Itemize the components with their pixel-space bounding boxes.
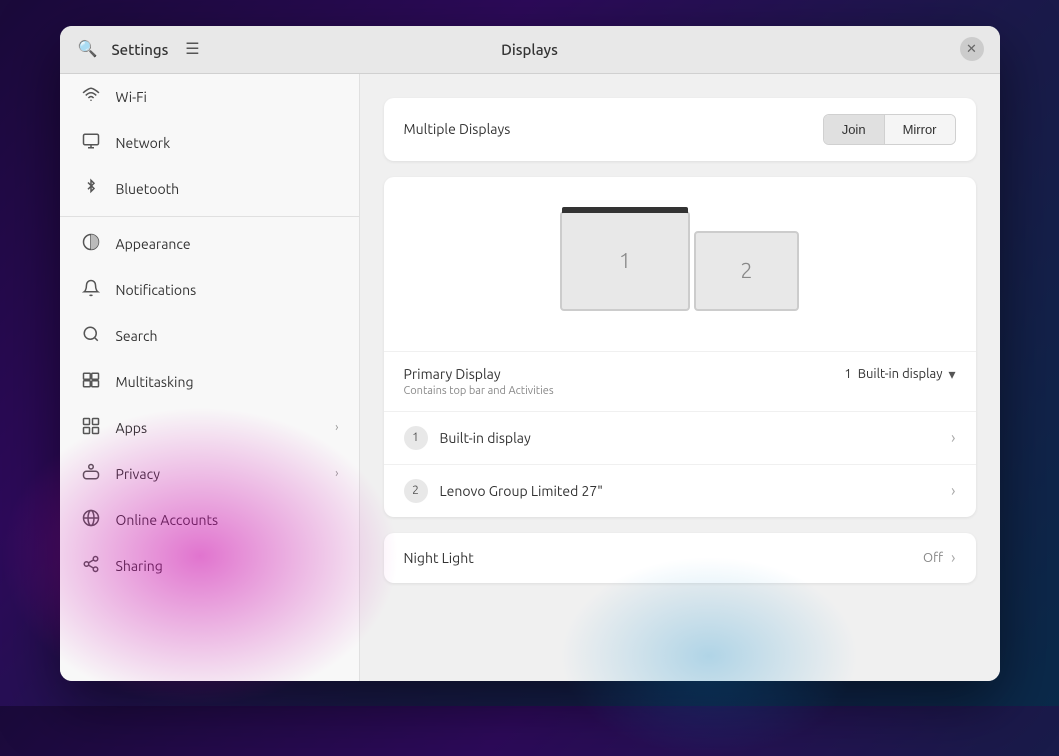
privacy-icon: [80, 463, 102, 485]
sidebar-item-search[interactable]: Search: [60, 313, 359, 359]
close-button[interactable]: ✕: [960, 37, 984, 61]
sidebar-item-sharing-label: Sharing: [116, 558, 339, 574]
multitasking-icon: [80, 371, 102, 393]
multiple-displays-label: Multiple Displays: [404, 121, 823, 137]
primary-display-select[interactable]: 1 Built-in display ▾: [844, 366, 955, 383]
notifications-icon: [80, 279, 102, 301]
primary-display-title: Primary Display: [404, 366, 845, 382]
display-2-number: 2: [740, 258, 752, 283]
display-1-name: Built-in display: [440, 430, 952, 446]
wifi-icon: [80, 86, 102, 108]
titlebar-right: ✕: [960, 37, 984, 61]
display-settings-card: 1 2 Primary Display 1 Built-in display: [384, 177, 976, 517]
sharing-icon: [80, 555, 102, 577]
sidebar-item-online-accounts[interactable]: Online Accounts: [60, 497, 359, 543]
primary-display-selected-label: Built-in display: [858, 367, 943, 381]
display-list-item-2[interactable]: 2 Lenovo Group Limited 27" ›: [384, 464, 976, 517]
primary-display-dropdown-icon: ▾: [948, 366, 955, 383]
night-light-label: Night Light: [404, 550, 924, 566]
primary-display-subtitle: Contains top bar and Activities: [404, 385, 956, 397]
panel-title: Displays: [501, 41, 558, 58]
sidebar-item-bluetooth[interactable]: Bluetooth: [60, 166, 359, 212]
display-1-badge: 1: [404, 426, 428, 450]
settings-window: 🔍 Settings ☰ Displays ✕: [60, 26, 1000, 681]
display-2-chevron-icon: ›: [951, 482, 956, 500]
sidebar-item-network-label: Network: [116, 135, 339, 151]
titlebar: 🔍 Settings ☰ Displays ✕: [60, 26, 1000, 74]
join-button[interactable]: Join: [824, 115, 885, 144]
appearance-icon: [80, 233, 102, 255]
main-content: Wi-Fi Network: [60, 74, 1000, 681]
menu-icon-button[interactable]: ☰: [180, 37, 204, 61]
primary-display-number: 1: [844, 367, 851, 381]
apps-chevron-icon: ›: [335, 421, 338, 434]
sidebar-divider-1: [60, 216, 359, 217]
apps-icon: [80, 417, 102, 439]
search-icon: [80, 325, 102, 347]
privacy-chevron-icon: ›: [335, 467, 338, 480]
bluetooth-icon: [80, 178, 102, 200]
sidebar-item-multitasking[interactable]: Multitasking: [60, 359, 359, 405]
sidebar-item-multitasking-label: Multitasking: [116, 374, 339, 390]
night-light-chevron-icon: ›: [951, 549, 956, 567]
sidebar-item-apps-label: Apps: [116, 420, 322, 436]
sidebar-item-network[interactable]: Network: [60, 120, 359, 166]
sidebar-item-notifications-label: Notifications: [116, 282, 339, 298]
sidebar-item-appearance-label: Appearance: [116, 236, 339, 252]
display-1-chevron-icon: ›: [951, 429, 956, 447]
sidebar-item-privacy[interactable]: Privacy ›: [60, 451, 359, 497]
display-1-box[interactable]: 1: [560, 211, 690, 311]
sidebar-item-wifi[interactable]: Wi-Fi: [60, 74, 359, 120]
sidebar-item-search-label: Search: [116, 328, 339, 344]
night-light-card: Night Light Off ›: [384, 533, 976, 583]
online-accounts-icon: [80, 509, 102, 531]
multiple-displays-row: Multiple Displays Join Mirror: [384, 98, 976, 161]
sidebar-item-online-accounts-label: Online Accounts: [116, 512, 339, 528]
display-preview: 1 2: [384, 177, 976, 351]
primary-display-header: Primary Display 1 Built-in display ▾: [404, 366, 956, 383]
primary-display-section: Primary Display 1 Built-in display ▾ Con…: [384, 351, 976, 411]
sidebar-item-privacy-label: Privacy: [116, 466, 322, 482]
right-panel: Multiple Displays Join Mirror 1: [360, 74, 1000, 681]
display-2-badge: 2: [404, 479, 428, 503]
sidebar-item-bluetooth-label: Bluetooth: [116, 181, 339, 197]
sidebar-item-sharing[interactable]: Sharing: [60, 543, 359, 589]
sidebar-item-wifi-label: Wi-Fi: [116, 89, 339, 105]
sidebar-title: Settings: [112, 41, 169, 58]
sidebar: Wi-Fi Network: [60, 74, 360, 681]
sidebar-item-appearance[interactable]: Appearance: [60, 221, 359, 267]
display-mode-buttons: Join Mirror: [823, 114, 956, 145]
search-icon-button[interactable]: 🔍: [76, 37, 100, 61]
display-2-box[interactable]: 2: [694, 231, 799, 311]
display-1-number: 1: [619, 248, 631, 273]
mirror-button[interactable]: Mirror: [885, 115, 955, 144]
network-icon: [80, 132, 102, 154]
sidebar-item-apps[interactable]: Apps ›: [60, 405, 359, 451]
display-canvas: 1 2: [404, 201, 956, 311]
night-light-row[interactable]: Night Light Off ›: [384, 533, 976, 583]
multiple-displays-card: Multiple Displays Join Mirror: [384, 98, 976, 161]
display-list-item-1[interactable]: 1 Built-in display ›: [384, 411, 976, 464]
sidebar-item-notifications[interactable]: Notifications: [60, 267, 359, 313]
display-2-name: Lenovo Group Limited 27": [440, 483, 952, 499]
titlebar-left: 🔍 Settings ☰: [76, 37, 205, 61]
night-light-status: Off: [923, 551, 943, 565]
